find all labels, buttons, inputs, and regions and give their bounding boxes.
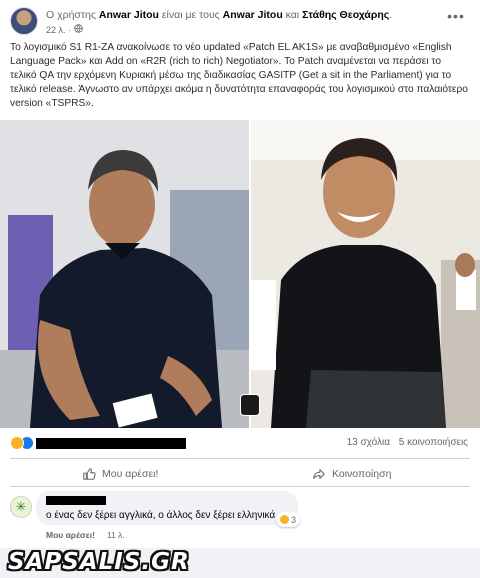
post-text: Το λογισμικό S1 R1-ZA ανακοίνωσε το νέο … — [10, 42, 468, 109]
post-photo-right[interactable] — [251, 120, 480, 428]
like-button[interactable]: Μου αρέσει! — [82, 464, 158, 484]
commenter-avatar[interactable]: ✳ — [10, 496, 32, 518]
divider — [10, 458, 470, 459]
header-prefix: Ο χρήστης — [46, 9, 99, 21]
comment-text: ο ένας δεν ξέρει αγγλικά, ο άλλος δεν ξέ… — [46, 510, 276, 521]
thumbs-up-icon — [83, 468, 96, 480]
comment-bubble: ο ένας δεν ξέρει αγγλικά, ο άλλος δεν ξέ… — [36, 491, 298, 525]
share-icon — [313, 469, 325, 479]
comment-like-link[interactable]: Μου αρέσει! — [46, 530, 95, 540]
haha-reaction-icon[interactable] — [10, 436, 24, 450]
post-header: Ο χρήστης Anwar Jitou είναι με τους Anwa… — [10, 7, 470, 37]
comments-count[interactable]: 13 σχόλια — [347, 437, 390, 448]
like-label: Μου αρέσει! — [102, 468, 159, 480]
tagged-user-2[interactable]: Στάθης Θεοχάρης — [302, 9, 389, 21]
comment-reactions[interactable]: 3 — [276, 512, 301, 527]
post-card: Ο χρήστης Anwar Jitou είναι με τους Anwa… — [0, 0, 480, 488]
shares-count[interactable]: 5 κοινοποιήσεις — [399, 437, 468, 448]
redacted-commenter-name — [46, 496, 106, 505]
divider — [10, 486, 470, 487]
post-meta: 22 λ. · — [46, 24, 83, 35]
haha-reaction-icon — [280, 515, 289, 524]
more-options-icon[interactable]: ••• — [446, 9, 466, 25]
author-name[interactable]: Anwar Jitou — [99, 9, 159, 21]
share-button[interactable]: Κοινοποίηση — [312, 464, 391, 484]
author-avatar[interactable] — [10, 7, 38, 35]
reactions-row: 13 σχόλια 5 κοινοποιήσεις — [10, 436, 470, 452]
comment-reaction-count: 3 — [291, 514, 297, 525]
post-counts: 13 σχόλια 5 κοινοποιήσεις — [341, 437, 468, 448]
share-label: Κοινοποίηση — [332, 468, 392, 480]
tagged-user-1[interactable]: Anwar Jitou — [223, 9, 283, 21]
globe-icon — [73, 24, 83, 35]
header-end: . — [389, 9, 393, 21]
post-photo-left[interactable] — [0, 120, 249, 428]
header-and: και — [282, 9, 303, 21]
redacted-reactors — [36, 438, 186, 449]
post-time[interactable]: 22 λ. · — [46, 25, 74, 35]
comment-section: ✳ ο ένας δεν ξέρει αγγλικά, ο άλλος δεν … — [0, 488, 480, 548]
site-brand: SAPSALIS.GR — [8, 549, 190, 575]
header-middle: είναι με τους — [158, 9, 223, 21]
post-header-line: Ο χρήστης Anwar Jitou είναι με τους Anwa… — [46, 9, 392, 21]
comment-actions: Μου αρέσει! 11 λ. — [46, 530, 125, 540]
comment-time[interactable]: 11 λ. — [107, 530, 125, 540]
watermark-logo — [240, 394, 260, 416]
